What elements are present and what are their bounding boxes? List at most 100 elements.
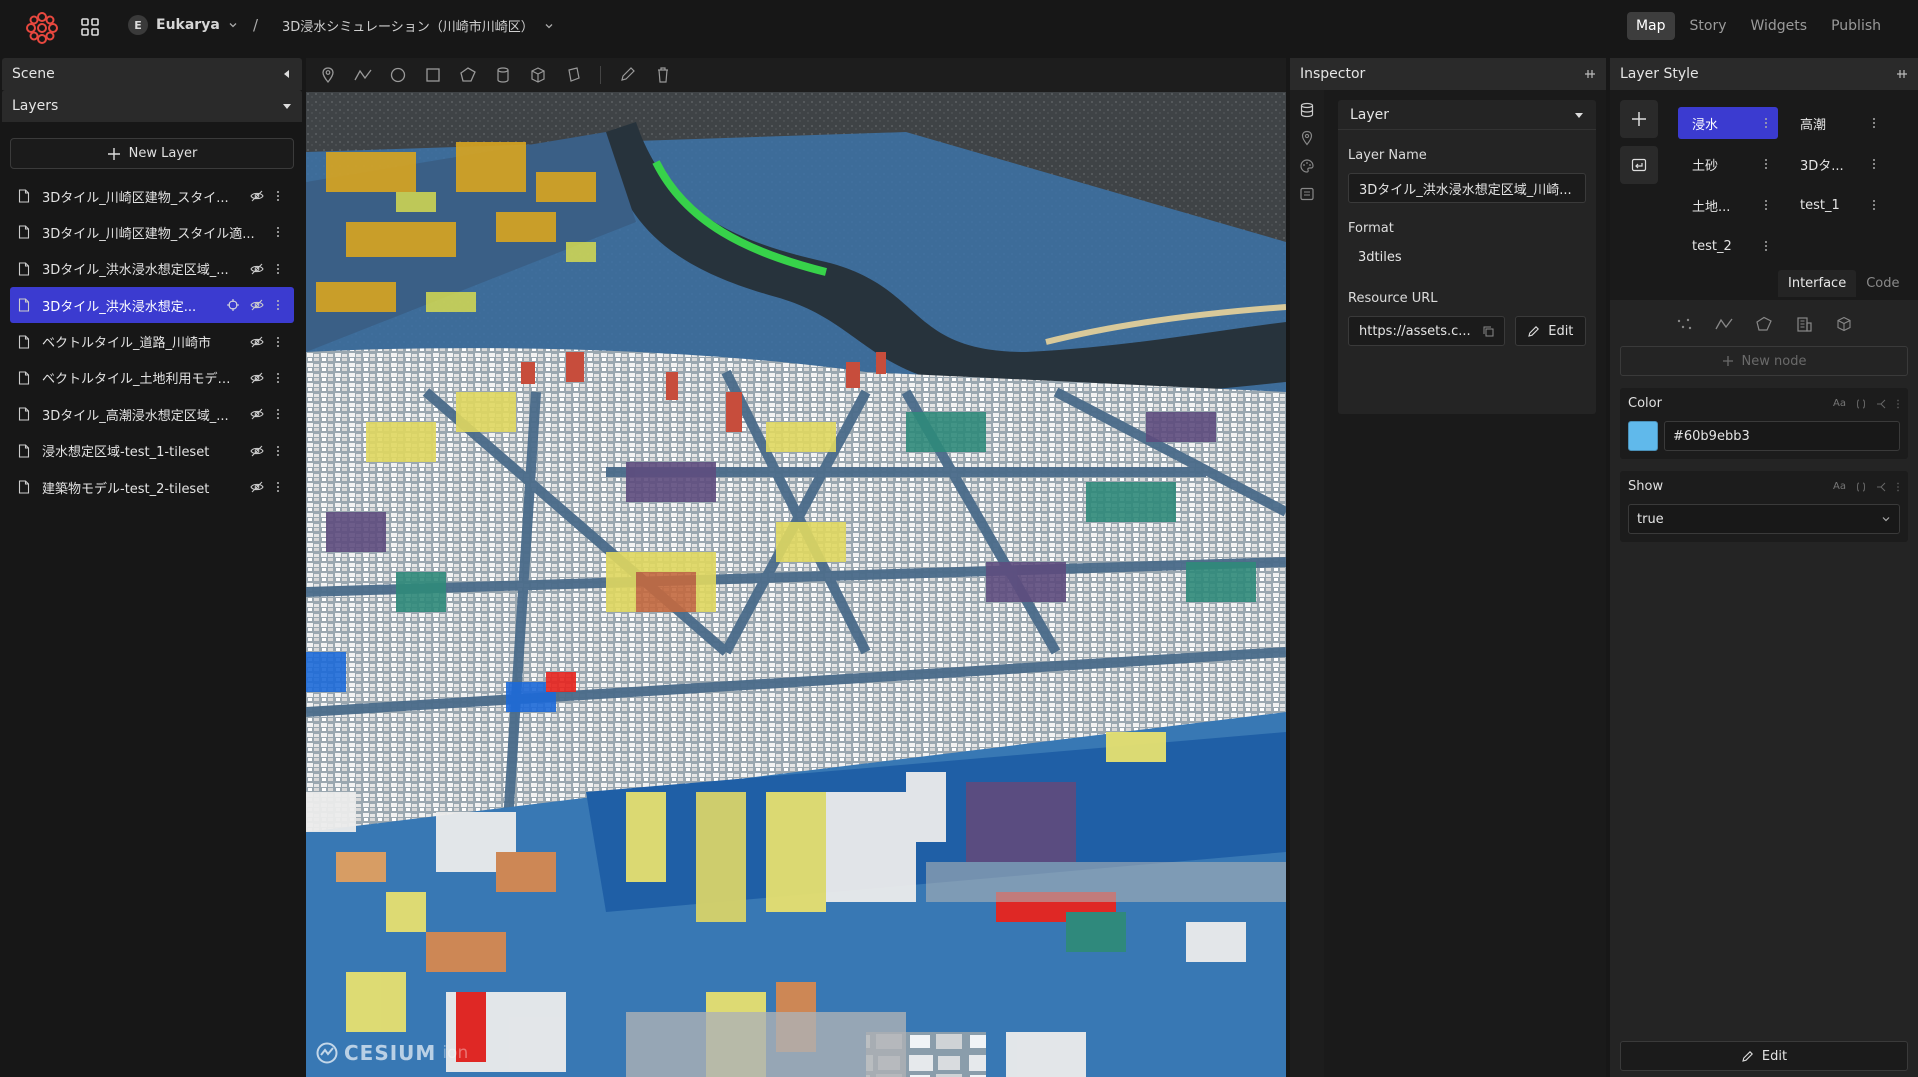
more-options-icon[interactable] xyxy=(276,190,280,202)
style-item[interactable]: 土地... xyxy=(1678,189,1778,221)
layer-item[interactable]: 3Dタイル_洪水浸水想定... xyxy=(10,287,294,324)
layer-item[interactable]: ベクトルタイル_土地利用モデル_... xyxy=(10,360,294,396)
new-layer-button[interactable]: New Layer xyxy=(10,138,294,169)
add-style-button[interactable] xyxy=(1620,100,1658,138)
more-options-icon[interactable] xyxy=(1764,240,1768,252)
layer-item[interactable]: 3Dタイル_川崎区建物_スタイ... xyxy=(10,178,294,214)
eye-off-icon[interactable] xyxy=(250,335,264,349)
style-item[interactable]: test_1 xyxy=(1786,189,1886,221)
workspace-switcher[interactable]: E Eukarya xyxy=(128,15,238,35)
eye-off-icon[interactable] xyxy=(250,298,264,312)
pin-icon[interactable] xyxy=(1896,68,1908,80)
more-options-icon[interactable] xyxy=(276,408,280,420)
apps-grid-icon[interactable] xyxy=(80,17,100,37)
location-pin-icon[interactable] xyxy=(1299,130,1315,146)
circle-tool-icon[interactable] xyxy=(388,66,408,84)
point-node-icon[interactable] xyxy=(1674,316,1694,332)
show-select[interactable]: true xyxy=(1628,504,1900,534)
database-icon[interactable] xyxy=(1299,102,1315,118)
edit-style-button[interactable]: Edit xyxy=(1620,1041,1908,1071)
resource-url-field[interactable]: https://assets.c... xyxy=(1348,316,1505,346)
marker-tool-icon[interactable] xyxy=(318,66,338,84)
color-swatch[interactable] xyxy=(1628,421,1658,451)
more-options-icon[interactable] xyxy=(1872,158,1876,170)
map-viewport[interactable]: CESIUM ion xyxy=(306,92,1286,1077)
polygon-node-icon[interactable] xyxy=(1754,316,1774,332)
collapse-left-icon[interactable] xyxy=(282,69,292,79)
cesium-credit[interactable]: CESIUM ion xyxy=(316,1041,468,1065)
layer-item[interactable]: 3Dタイル_高潮浸水想定区域_... xyxy=(10,396,294,432)
layer-section-header[interactable]: Layer xyxy=(1338,100,1596,130)
condition-icon[interactable] xyxy=(1876,399,1886,409)
more-options-icon[interactable] xyxy=(1764,117,1768,129)
eye-off-icon[interactable] xyxy=(250,262,264,276)
polyline-tool-icon[interactable] xyxy=(353,66,373,84)
cylinder-tool-icon[interactable] xyxy=(493,66,513,84)
layer-item[interactable]: 3Dタイル_川崎区建物_スタイル適... xyxy=(10,214,294,250)
more-options-icon[interactable] xyxy=(276,299,280,311)
tab-interface[interactable]: Interface xyxy=(1778,270,1857,297)
text-mode-icon[interactable]: Aa xyxy=(1833,481,1846,492)
layer-item[interactable]: 建築物モデル-test_2-tileset xyxy=(10,469,294,505)
more-options-icon[interactable] xyxy=(1764,158,1768,170)
style-item[interactable]: 高潮 xyxy=(1786,107,1886,139)
format-value: 3dtiles xyxy=(1358,250,1402,265)
palette-icon[interactable] xyxy=(1299,158,1315,174)
eye-off-icon[interactable] xyxy=(250,444,264,458)
layers-header[interactable]: Layers xyxy=(2,90,302,122)
more-options-icon[interactable] xyxy=(276,263,280,275)
app-logo-icon[interactable] xyxy=(24,10,60,46)
more-options-icon[interactable] xyxy=(276,445,280,457)
building-node-icon[interactable] xyxy=(1794,316,1814,332)
tab-story[interactable]: Story xyxy=(1681,12,1736,40)
eye-off-icon[interactable] xyxy=(250,407,264,421)
caret-down-icon[interactable] xyxy=(282,101,292,111)
polyline-node-icon[interactable] xyxy=(1714,316,1734,332)
more-options-icon[interactable] xyxy=(1764,199,1768,211)
expression-icon[interactable] xyxy=(1856,399,1866,409)
eye-off-icon[interactable] xyxy=(250,189,264,203)
copy-icon[interactable] xyxy=(1483,326,1494,337)
tab-widgets[interactable]: Widgets xyxy=(1741,12,1816,40)
edit-url-button[interactable]: Edit xyxy=(1514,316,1586,346)
polygon-tool-icon[interactable] xyxy=(458,66,478,84)
tab-publish[interactable]: Publish xyxy=(1822,12,1890,40)
style-item[interactable]: 3Dタ... xyxy=(1786,148,1886,180)
box-tool-icon[interactable] xyxy=(528,66,548,84)
extrude-tool-icon[interactable] xyxy=(563,66,583,84)
zoom-to-layer-icon[interactable] xyxy=(226,298,240,312)
tab-code[interactable]: Code xyxy=(1856,270,1909,297)
condition-icon[interactable] xyxy=(1876,482,1886,492)
style-item[interactable]: test_2 xyxy=(1678,230,1778,262)
more-options-icon[interactable] xyxy=(276,336,280,348)
more-options-icon[interactable] xyxy=(276,481,280,493)
color-hex-input[interactable]: #60b9ebb3 xyxy=(1664,421,1900,451)
eye-off-icon[interactable] xyxy=(250,480,264,494)
edit-tool-icon[interactable] xyxy=(618,66,638,84)
more-options-icon[interactable] xyxy=(276,226,280,238)
box-node-icon[interactable] xyxy=(1834,316,1854,332)
rectangle-tool-icon[interactable] xyxy=(423,66,443,84)
text-mode-icon[interactable]: Aa xyxy=(1833,398,1846,409)
tab-map[interactable]: Map xyxy=(1626,12,1675,40)
project-switcher[interactable]: 3D浸水シミュレーション（川崎市川崎区） xyxy=(282,16,554,35)
pin-icon[interactable] xyxy=(1584,68,1596,80)
layer-item[interactable]: ベクトルタイル_道路_川崎市 xyxy=(10,324,294,360)
apply-style-button[interactable] xyxy=(1620,146,1658,184)
scene-header[interactable]: Scene xyxy=(2,58,302,90)
more-icon[interactable] xyxy=(1896,482,1900,492)
new-node-button[interactable]: New node xyxy=(1620,346,1908,376)
more-options-icon[interactable] xyxy=(276,372,280,384)
layer-name-field[interactable]: 3Dタイル_洪水浸水想定区域_川崎... xyxy=(1348,173,1586,203)
more-icon[interactable] xyxy=(1896,399,1900,409)
layer-item[interactable]: 3Dタイル_洪水浸水想定区域_... xyxy=(10,251,294,287)
more-options-icon[interactable] xyxy=(1872,199,1876,211)
delete-tool-icon[interactable] xyxy=(653,66,673,84)
style-item[interactable]: 土砂 xyxy=(1678,148,1778,180)
expression-icon[interactable] xyxy=(1856,482,1866,492)
more-options-icon[interactable] xyxy=(1872,117,1876,129)
layer-item[interactable]: 浸水想定区域-test_1-tileset xyxy=(10,433,294,469)
list-icon[interactable] xyxy=(1299,186,1315,202)
eye-off-icon[interactable] xyxy=(250,371,264,385)
style-item[interactable]: 浸水 xyxy=(1678,107,1778,139)
